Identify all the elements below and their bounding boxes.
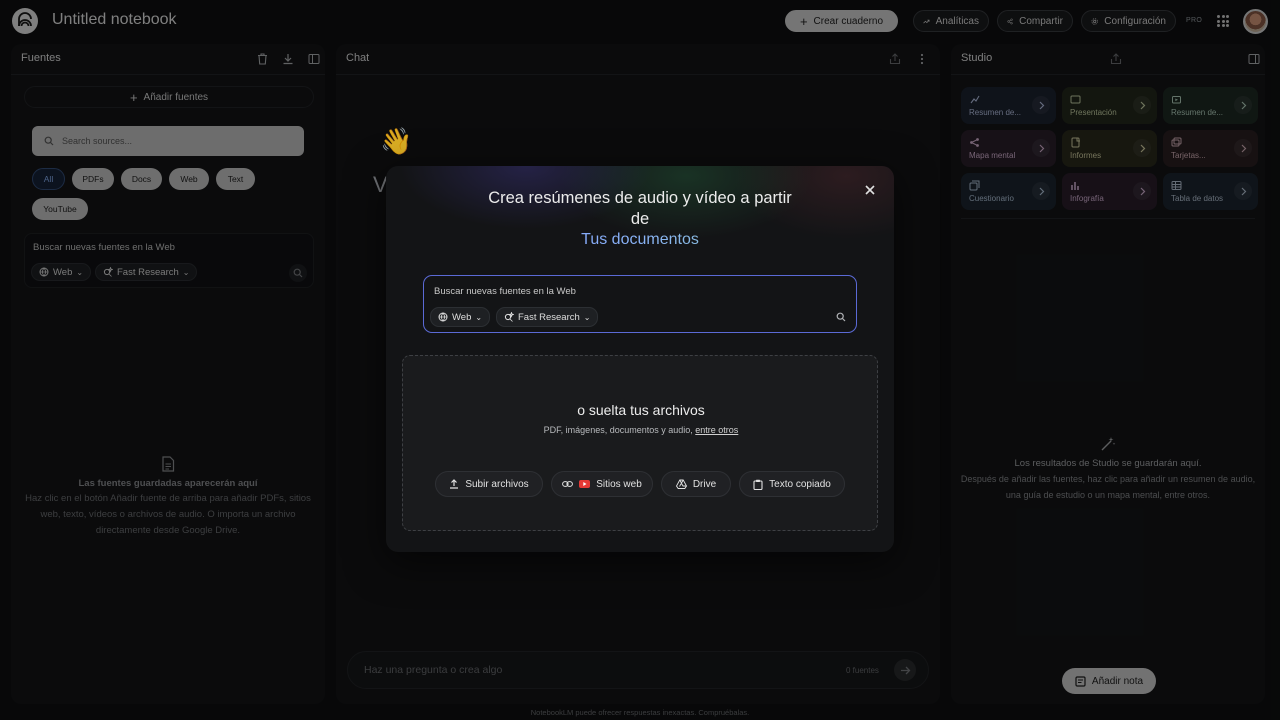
sparkle-search-icon bbox=[504, 312, 514, 322]
globe-icon bbox=[438, 312, 448, 322]
modal-title-line1: Crea resúmenes de audio y vídeo a partir bbox=[488, 189, 792, 207]
upload-icon bbox=[450, 479, 459, 489]
modal-web-search: Buscar nuevas fuentes en la Web Web ⌄ Fa… bbox=[423, 275, 857, 333]
drive-label: Drive bbox=[692, 478, 717, 490]
drive-icon bbox=[675, 479, 687, 489]
drive-button[interactable]: Drive bbox=[661, 471, 731, 497]
modal-search-input[interactable]: Buscar nuevas fuentes en la Web bbox=[434, 286, 576, 297]
websites-label: Sitios web bbox=[596, 478, 642, 490]
modal-web-dropdown[interactable]: Web ⌄ bbox=[430, 307, 491, 327]
link-icon bbox=[562, 481, 574, 487]
upload-files-button[interactable]: Subir archivos bbox=[435, 471, 543, 497]
websites-button[interactable]: Sitios web bbox=[551, 471, 653, 497]
youtube-icon bbox=[579, 480, 591, 488]
add-sources-modal: Crea resúmenes de audio y vídeo a partir… bbox=[386, 166, 894, 552]
waving-hand-icon: 👋 bbox=[380, 126, 413, 156]
pasted-text-label: Texto copiado bbox=[769, 478, 831, 490]
pasted-text-button[interactable]: Texto copiado bbox=[739, 471, 845, 497]
modal-title-line2: de bbox=[630, 210, 650, 228]
other-types-link[interactable]: entre otros bbox=[695, 425, 738, 435]
modal-search-submit[interactable] bbox=[832, 308, 850, 326]
modal-title: Crea resúmenes de audio y vídeo a partir… bbox=[386, 188, 894, 230]
chevron-down-icon: ⌄ bbox=[583, 312, 591, 322]
drop-title: o suelta tus archivos bbox=[577, 402, 705, 418]
close-icon[interactable] bbox=[862, 182, 878, 198]
modal-subtitle: Tus documentos bbox=[386, 231, 894, 249]
modal-research-label: Fast Research bbox=[518, 311, 580, 323]
drop-subtitle-text: PDF, imágenes, documentos y audio, bbox=[543, 425, 693, 435]
modal-research-dropdown[interactable]: Fast Research ⌄ bbox=[496, 307, 599, 327]
drop-subtitle: PDF, imágenes, documentos y audio, entre… bbox=[403, 425, 879, 435]
chevron-down-icon: ⌄ bbox=[475, 312, 483, 322]
clipboard-icon bbox=[753, 479, 763, 490]
modal-web-label: Web bbox=[452, 311, 472, 323]
search-icon bbox=[836, 312, 846, 322]
upload-files-label: Subir archivos bbox=[465, 478, 529, 490]
file-drop-zone[interactable]: o suelta tus archivos PDF, imágenes, doc… bbox=[402, 355, 878, 531]
